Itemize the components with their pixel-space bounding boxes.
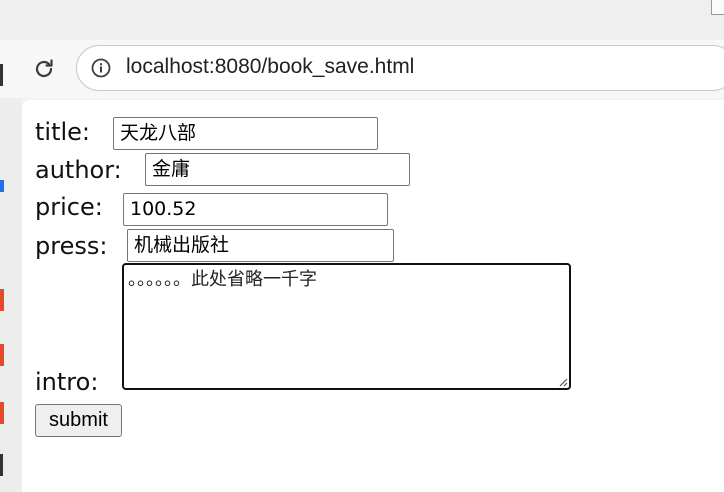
resize-grip-icon[interactable] <box>558 377 568 387</box>
address-bar[interactable]: localhost:8080/book_save.html <box>76 45 724 91</box>
press-input[interactable]: 机械出版社 <box>127 229 394 262</box>
intro-label: intro: <box>35 368 99 396</box>
side-marker <box>0 344 4 366</box>
side-marker <box>0 180 4 192</box>
tab-strip <box>0 0 724 40</box>
price-input[interactable]: 100.52 <box>123 193 388 226</box>
press-label: press: <box>35 232 108 260</box>
tab-favicon-icon <box>711 0 724 15</box>
side-marker <box>0 454 3 476</box>
url-text[interactable]: localhost:8080/book_save.html <box>126 55 414 79</box>
page-content: title: 天龙八部 author: 金庸 price: 100.52 pre… <box>22 100 724 492</box>
left-sidebar-strip <box>0 64 22 492</box>
info-icon[interactable] <box>91 58 111 78</box>
reload-icon[interactable] <box>32 57 56 81</box>
title-input[interactable]: 天龙八部 <box>113 117 378 150</box>
price-label: price: <box>35 193 103 221</box>
title-label: title: <box>35 118 91 146</box>
intro-text: 。。。。。。此处省略一千字 <box>128 269 317 290</box>
side-marker <box>0 402 4 424</box>
submit-button[interactable]: submit <box>35 404 122 437</box>
intro-textarea[interactable]: 。。。。。。此处省略一千字 <box>122 263 571 390</box>
author-label: author: <box>35 156 122 184</box>
author-input[interactable]: 金庸 <box>145 153 410 186</box>
side-marker <box>0 64 3 86</box>
side-marker <box>0 289 4 311</box>
